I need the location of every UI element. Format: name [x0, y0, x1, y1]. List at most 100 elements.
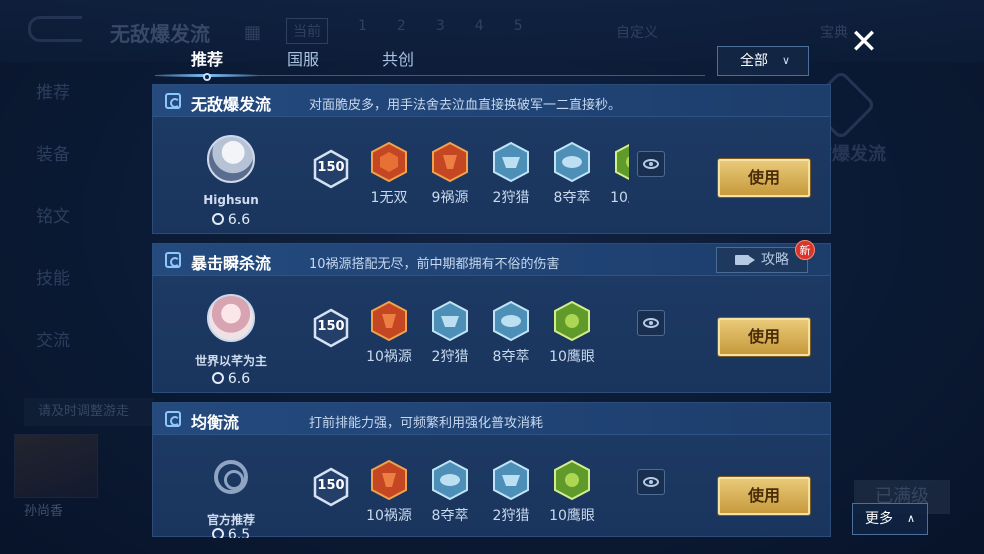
filter-dropdown[interactable]: 全部 ∨	[717, 46, 809, 76]
official-avatar[interactable]	[207, 453, 255, 501]
clock-icon	[211, 213, 224, 225]
official-logo-icon	[214, 460, 248, 494]
rune-item[interactable]: 9祸源	[420, 141, 480, 207]
card-header: 均衡流 打前排能力强，可频繁利用强化普攻消耗	[153, 403, 830, 435]
rune-label: 10祸源	[366, 349, 412, 365]
rune-list: 10祸源 8夺萃 2狩猎 10鹰眼	[359, 459, 629, 549]
rune-label: 8夺萃	[492, 349, 530, 365]
rune-item[interactable]: 2狩猎	[420, 300, 480, 366]
level-badge: 150	[313, 308, 349, 348]
rune-red-icon	[431, 141, 469, 183]
rune-item[interactable]: 10祸源	[359, 300, 419, 366]
build-card: 暴击瞬杀流 10祸源搭配无尽，前中期都拥有不俗的伤害 攻略 新 世界以芊为主 6…	[152, 240, 831, 393]
eye-icon	[643, 477, 659, 487]
build-title: 暴击瞬杀流	[191, 254, 272, 273]
card-header: 暴击瞬杀流 10祸源搭配无尽，前中期都拥有不俗的伤害 攻略 新	[153, 240, 830, 276]
build-rating: 6.6	[153, 212, 309, 228]
author-name: Highsun	[203, 193, 259, 207]
rune-label: 8夺萃	[553, 190, 591, 206]
close-icon[interactable]: ✕	[846, 24, 882, 60]
rune-red-icon	[370, 459, 408, 501]
level-badge: 150	[313, 149, 349, 189]
author-avatar[interactable]	[207, 294, 255, 342]
rune-item[interactable]: 8夺萃	[420, 459, 480, 525]
guide-button[interactable]: 攻略 新	[716, 240, 815, 273]
rune-item[interactable]: 10鹰眼	[603, 141, 629, 207]
tab-recommend[interactable]: 推荐	[191, 46, 223, 70]
rune-green-icon	[553, 459, 591, 501]
build-description: 10祸源搭配无尽，前中期都拥有不俗的伤害	[309, 257, 560, 272]
rune-blue-icon	[492, 300, 530, 342]
rune-label: 10祸源	[366, 508, 412, 524]
build-rating: 6.6	[153, 371, 309, 387]
filter-value: 全部	[740, 53, 768, 69]
rune-blue-icon	[492, 459, 530, 501]
rune-label: 10鹰眼	[549, 349, 595, 365]
rune-label: 2狩猎	[431, 349, 469, 365]
modal-tab-bar: 推荐 国服 共创	[155, 40, 705, 81]
rune-blue-icon	[431, 300, 469, 342]
rune-page-icon	[165, 411, 181, 427]
eye-icon	[643, 159, 659, 169]
clock-icon	[211, 528, 224, 538]
rating-value: 6.6	[227, 212, 251, 228]
build-title: 均衡流	[191, 413, 240, 432]
rune-page-icon	[165, 93, 181, 109]
rune-green-icon	[614, 141, 629, 183]
preview-eye-button[interactable]	[637, 469, 665, 495]
tab-co-create[interactable]: 共创	[382, 46, 414, 70]
build-rating: 6.5	[153, 527, 309, 538]
author-name: 官方推荐	[206, 513, 255, 527]
rune-red-icon	[370, 300, 408, 342]
chevron-up-icon: ∧	[906, 512, 915, 525]
rune-list: 1无双 9祸源 2狩猎 8夺萃 10鹰眼	[359, 141, 629, 231]
build-card: 无敌爆发流 对面脆皮多，用手法舍去泣血直接换破军一二直接秒。 Highsun 6…	[152, 84, 831, 234]
rune-item[interactable]: 2狩猎	[481, 141, 541, 207]
build-card: 均衡流 打前排能力强，可频繁利用强化普攻消耗 官方推荐 6.5 150 10祸源…	[152, 402, 831, 538]
rune-item[interactable]: 10鹰眼	[542, 300, 602, 366]
tab-active-dot	[203, 73, 211, 81]
clock-icon	[211, 372, 224, 384]
use-button[interactable]: 使用	[718, 159, 810, 197]
rune-item[interactable]: 1无双	[359, 141, 419, 207]
build-description: 打前排能力强，可频繁利用强化普攻消耗	[309, 416, 544, 431]
preview-eye-button[interactable]	[637, 310, 665, 336]
rune-label: 10鹰眼	[549, 508, 595, 524]
more-button[interactable]: 更多 ∧	[852, 503, 928, 535]
rune-item[interactable]: 8夺萃	[542, 141, 602, 207]
level-value: 150	[317, 160, 345, 175]
rune-item[interactable]: 2狩猎	[481, 459, 541, 525]
author-avatar[interactable]	[207, 135, 255, 183]
rating-value: 6.6	[227, 371, 251, 387]
build-description: 对面脆皮多，用手法舍去泣血直接换破军一二直接秒。	[309, 98, 622, 113]
rune-page-icon	[165, 252, 181, 268]
rune-blue-icon	[431, 459, 469, 501]
rune-item[interactable]: 10祸源	[359, 459, 419, 525]
level-badge: 150	[313, 467, 349, 507]
rune-label: 8夺萃	[431, 508, 469, 524]
rune-label: 2狩猎	[492, 190, 530, 206]
rune-label: 10鹰眼	[610, 190, 629, 206]
preview-eye-button[interactable]	[637, 151, 665, 177]
rune-item[interactable]: 10鹰眼	[542, 459, 602, 525]
build-title: 无敌爆发流	[191, 95, 272, 114]
tab-national-server[interactable]: 国服	[287, 46, 319, 70]
use-button[interactable]: 使用	[718, 477, 810, 515]
new-badge: 新	[795, 240, 815, 260]
video-camera-icon	[735, 255, 755, 265]
level-value: 150	[317, 319, 345, 334]
rune-red-icon	[370, 141, 408, 183]
guide-label: 攻略	[761, 252, 789, 268]
use-button[interactable]: 使用	[718, 318, 810, 356]
rune-label: 1无双	[370, 190, 408, 206]
rune-blue-icon	[492, 141, 530, 183]
rune-label: 9祸源	[431, 190, 469, 206]
rune-item[interactable]: 8夺萃	[481, 300, 541, 366]
rune-label: 2狩猎	[492, 508, 530, 524]
level-value: 150	[317, 478, 345, 493]
chevron-down-icon: ∨	[781, 54, 790, 67]
rune-list: 10祸源 2狩猎 8夺萃 10鹰眼	[359, 300, 629, 390]
rune-blue-icon	[553, 141, 591, 183]
rating-value: 6.5	[227, 527, 251, 538]
rune-green-icon	[553, 300, 591, 342]
